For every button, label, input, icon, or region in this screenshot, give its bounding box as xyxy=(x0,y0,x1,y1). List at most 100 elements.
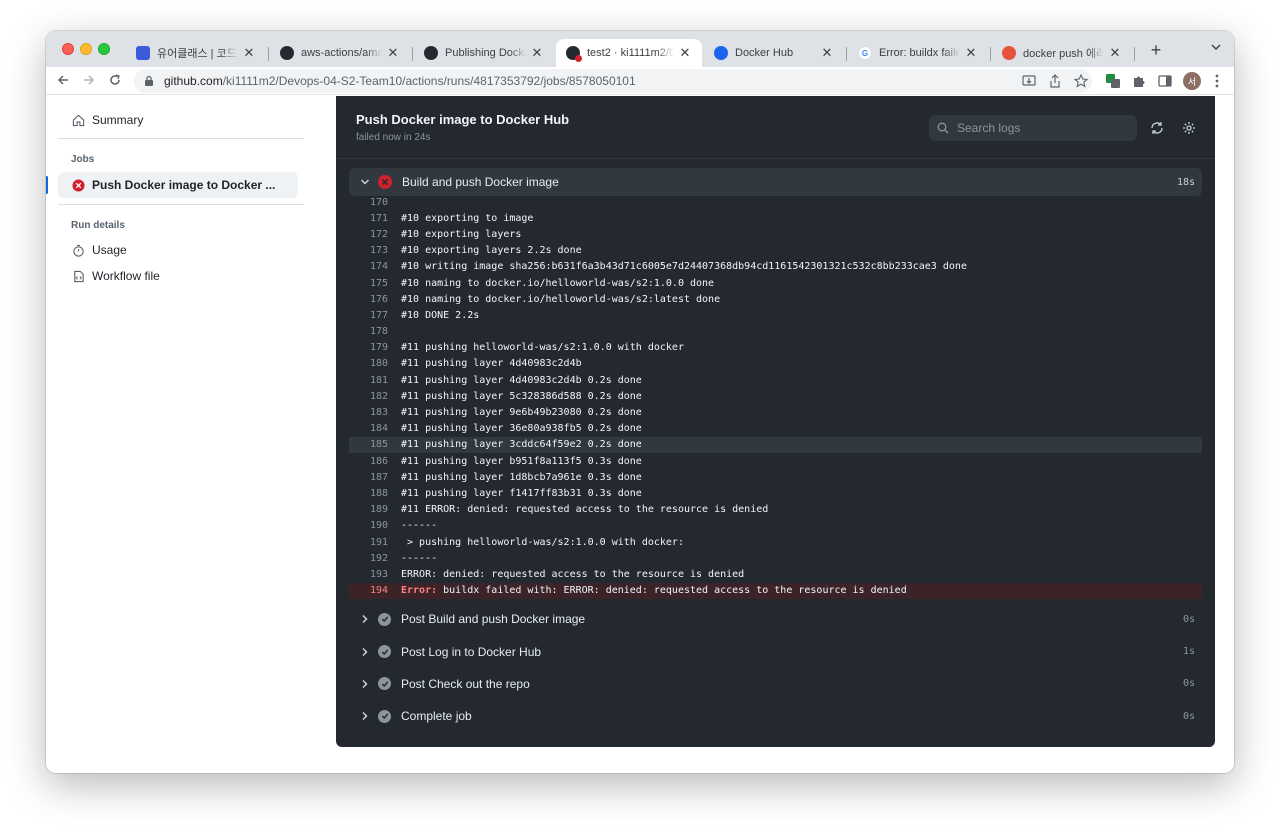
browser-tab[interactable]: 유어클래스 | 코드스테이츠 ✕ xyxy=(126,39,266,67)
back-arrow-icon[interactable] xyxy=(52,70,74,92)
log-line[interactable]: 174 #10 writing image sha256:b631f6a3b43d… xyxy=(349,259,1202,275)
browser-tab-active[interactable]: test2 · ki1111m2/Devops-04-S2-Team10 ✕ xyxy=(556,39,702,67)
line-number[interactable]: 171 xyxy=(349,213,388,224)
line-number[interactable]: 173 xyxy=(349,245,388,256)
bookmark-star-icon[interactable] xyxy=(1073,73,1089,89)
log-line[interactable]: 193 ERROR: denied: requested access to th… xyxy=(349,566,1202,582)
line-number[interactable]: 187 xyxy=(349,472,388,483)
step-header-build-and-push[interactable]: Build and push Docker image 18s xyxy=(349,168,1202,196)
line-number[interactable]: 174 xyxy=(349,261,388,272)
sidebar-item-summary[interactable]: Summary xyxy=(58,107,298,133)
gear-icon[interactable] xyxy=(1181,120,1197,136)
line-number[interactable]: 170 xyxy=(349,197,388,208)
log-line[interactable]: 176 #10 naming to docker.io/helloworld-wa… xyxy=(349,291,1202,307)
chevron-right-icon[interactable] xyxy=(358,614,372,624)
log-line[interactable]: 170 xyxy=(349,194,1202,210)
step-header-collapsed[interactable]: Post Build and push Docker image 0s xyxy=(349,603,1202,635)
sidebar-item-job[interactable]: Push Docker image to Docker ... xyxy=(46,172,298,198)
sidebar-item-usage[interactable]: Usage xyxy=(58,237,298,263)
more-menu-icon[interactable] xyxy=(1209,73,1225,89)
log-line[interactable]: 178 xyxy=(349,324,1202,340)
line-number[interactable]: 184 xyxy=(349,423,388,434)
log-line[interactable]: 194 Error: buildx failed with: ERROR: den… xyxy=(349,582,1202,599)
line-number[interactable]: 188 xyxy=(349,488,388,499)
log-line[interactable]: 190 ------ xyxy=(349,518,1202,534)
line-number[interactable]: 186 xyxy=(349,456,388,467)
zoom-window-button[interactable] xyxy=(98,43,110,55)
log-line[interactable]: 172 #10 exporting layers xyxy=(349,226,1202,242)
log-line[interactable]: 188 #11 pushing layer f1417ff83b31 0.3s d… xyxy=(349,485,1202,501)
browser-tab[interactable]: Docker Hub ✕ xyxy=(704,39,844,67)
browser-tab[interactable]: G Error: buildx failed with ✕ xyxy=(848,39,988,67)
chevron-right-icon[interactable] xyxy=(358,647,372,657)
log-line[interactable]: 180 #11 pushing layer 4d40983c2d4b xyxy=(349,356,1202,372)
log-line[interactable]: 182 #11 pushing layer 5c328386d588 0.2s d… xyxy=(349,388,1202,404)
log-line[interactable]: 186 #11 pushing layer b951f8a113f5 0.3s d… xyxy=(349,453,1202,469)
lock-icon[interactable] xyxy=(144,75,156,87)
line-number[interactable]: 191 xyxy=(349,537,388,548)
line-number[interactable]: 183 xyxy=(349,407,388,418)
step-header-collapsed[interactable]: Complete job 0s xyxy=(349,700,1202,732)
log-line[interactable]: 179 #11 pushing helloworld-was/s2:1.0.0 w… xyxy=(349,340,1202,356)
chevron-right-icon[interactable] xyxy=(358,679,372,689)
line-number[interactable]: 178 xyxy=(349,326,388,337)
log-line[interactable]: 184 #11 pushing layer 36e80a938fb5 0.2s d… xyxy=(349,421,1202,437)
line-number[interactable]: 175 xyxy=(349,278,388,289)
minimize-window-button[interactable] xyxy=(80,43,92,55)
log-line[interactable]: 177 #10 DONE 2.2s xyxy=(349,307,1202,323)
tab-close-icon[interactable]: ✕ xyxy=(964,45,978,61)
line-number[interactable]: 190 xyxy=(349,520,388,531)
extensions-puzzle-icon[interactable] xyxy=(1131,73,1147,89)
tab-close-icon[interactable]: ✕ xyxy=(530,45,544,61)
refresh-icon[interactable] xyxy=(1149,120,1165,136)
line-number[interactable]: 189 xyxy=(349,504,388,515)
line-number[interactable]: 185 xyxy=(349,439,388,450)
tab-close-icon[interactable]: ✕ xyxy=(678,45,692,61)
translate-extension-icon[interactable] xyxy=(1105,73,1121,89)
search-logs-input[interactable] xyxy=(957,121,1127,135)
share-icon[interactable] xyxy=(1047,73,1063,89)
sidebar-item-workflow-file[interactable]: Workflow file xyxy=(58,263,298,289)
line-number[interactable]: 182 xyxy=(349,391,388,402)
log-line[interactable]: 187 #11 pushing layer 1d8bcb7a961e 0.3s d… xyxy=(349,469,1202,485)
line-number[interactable]: 177 xyxy=(349,310,388,321)
browser-tab[interactable]: Publishing Docker images ✕ xyxy=(414,39,554,67)
line-number[interactable]: 193 xyxy=(349,569,388,580)
line-number[interactable]: 194 xyxy=(349,585,388,596)
log-line[interactable]: 185 #11 pushing layer 3cddc64f59e2 0.2s d… xyxy=(349,436,1202,453)
new-tab-plus-icon[interactable]: + xyxy=(1146,40,1166,60)
side-panel-icon[interactable] xyxy=(1157,73,1173,89)
install-app-icon[interactable] xyxy=(1021,73,1037,89)
log-line[interactable]: 191 > pushing helloworld-was/s2:1.0.0 wi… xyxy=(349,534,1202,550)
profile-avatar[interactable]: 서 xyxy=(1183,72,1201,90)
tab-search-chevron-icon[interactable] xyxy=(1208,42,1224,58)
log-line[interactable]: 183 #11 pushing layer 9e6b49b23080 0.2s d… xyxy=(349,404,1202,420)
line-number[interactable]: 181 xyxy=(349,375,388,386)
tab-close-icon[interactable]: ✕ xyxy=(242,45,256,61)
log-line[interactable]: 171 #10 exporting to image xyxy=(349,210,1202,226)
log-line[interactable]: 192 ------ xyxy=(349,550,1202,566)
line-number[interactable]: 172 xyxy=(349,229,388,240)
log-line[interactable]: 189 #11 ERROR: denied: requested access t… xyxy=(349,502,1202,518)
line-number[interactable]: 176 xyxy=(349,294,388,305)
search-logs-field[interactable] xyxy=(929,115,1137,141)
log-line[interactable]: 181 #11 pushing layer 4d40983c2d4b 0.2s d… xyxy=(349,372,1202,388)
browser-tab[interactable]: aws-actions/amazon-ecr-login ✕ xyxy=(270,39,410,67)
address-bar[interactable]: github.com/ki1111m2/Devops-04-S2-Team10/… xyxy=(134,69,1092,93)
step-header-collapsed[interactable]: Post Check out the repo 0s xyxy=(349,668,1202,700)
tab-close-icon[interactable]: ✕ xyxy=(1108,45,1122,61)
line-number[interactable]: 179 xyxy=(349,342,388,353)
browser-tab[interactable]: docker push 에러 (denied) ✕ xyxy=(992,39,1132,67)
line-number[interactable]: 180 xyxy=(349,358,388,369)
log-line[interactable]: 175 #10 naming to docker.io/helloworld-wa… xyxy=(349,275,1202,291)
log-line[interactable]: 173 #10 exporting layers 2.2s done xyxy=(349,243,1202,259)
reload-icon[interactable] xyxy=(104,70,126,92)
forward-arrow-icon[interactable] xyxy=(78,70,100,92)
chevron-down-icon[interactable] xyxy=(358,177,372,187)
chevron-right-icon[interactable] xyxy=(358,711,372,721)
tab-close-icon[interactable]: ✕ xyxy=(820,45,834,61)
step-header-collapsed[interactable]: Post Log in to Docker Hub 1s xyxy=(349,635,1202,667)
tab-close-icon[interactable]: ✕ xyxy=(386,45,400,61)
line-number[interactable]: 192 xyxy=(349,553,388,564)
close-window-button[interactable] xyxy=(62,43,74,55)
